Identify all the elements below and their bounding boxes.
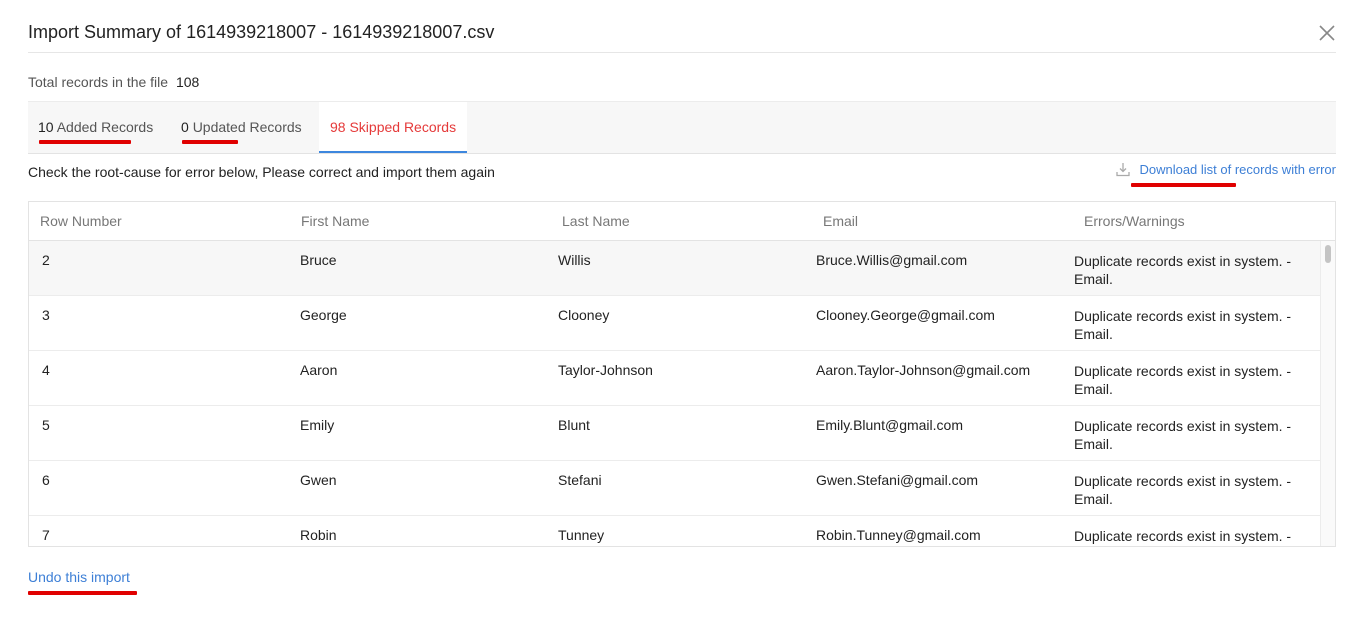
cell-first-name: Aaron bbox=[300, 362, 338, 378]
cell-first-name: Emily bbox=[300, 417, 335, 433]
cell-last-name: Willis bbox=[558, 252, 591, 268]
table-row: 6 Gwen Stefani Gwen.Stefani@gmail.com Du… bbox=[29, 461, 1321, 516]
cell-error: Duplicate records exist in system. - Ema… bbox=[1074, 473, 1292, 507]
table-scrollbar[interactable] bbox=[1320, 241, 1335, 546]
download-errors-link[interactable]: Download list of records with error bbox=[1116, 162, 1336, 177]
dialog-title: Import Summary of 1614939218007 - 161493… bbox=[28, 22, 494, 43]
tabs-bar: 10 Added Records 0 Updated Records 98 Sk… bbox=[28, 101, 1336, 154]
table-row: 5 Emily Blunt Emily.Blunt@gmail.com Dupl… bbox=[29, 406, 1321, 461]
error-hint: Check the root-cause for error below, Pl… bbox=[28, 164, 495, 180]
import-summary-dialog: Import Summary of 1614939218007 - 161493… bbox=[0, 0, 1359, 629]
cell-first-name: Gwen bbox=[300, 472, 337, 488]
table-row: 7 Robin Tunney Robin.Tunney@gmail.com Du… bbox=[29, 516, 1321, 546]
dialog-header: Import Summary of 1614939218007 - 161493… bbox=[28, 14, 1336, 53]
tab-updated-records[interactable]: 0 Updated Records bbox=[171, 102, 312, 153]
annotation-underline-updated bbox=[182, 140, 238, 144]
tab-label: Added Records bbox=[56, 119, 154, 135]
cell-last-name: Tunney bbox=[558, 527, 605, 543]
tab-skipped-records[interactable]: 98 Skipped Records bbox=[319, 102, 468, 153]
cell-row-number: 2 bbox=[42, 252, 50, 268]
header-email: Email bbox=[823, 213, 859, 229]
cell-error: Duplicate records exist in system. - Ema… bbox=[1074, 363, 1292, 397]
table-row: 2 Bruce Willis Bruce.Willis@gmail.com Du… bbox=[29, 241, 1321, 296]
total-records: Total records in the file 108 bbox=[28, 74, 199, 90]
cell-email: Robin.Tunney@gmail.com bbox=[816, 527, 981, 543]
close-button[interactable] bbox=[1318, 24, 1336, 42]
cell-email: Aaron.Taylor-Johnson@gmail.com bbox=[816, 362, 1031, 378]
download-icon bbox=[1116, 163, 1131, 177]
close-icon bbox=[1319, 25, 1335, 41]
tab-label: Skipped Records bbox=[349, 119, 457, 135]
cell-last-name: Blunt bbox=[558, 417, 590, 433]
cell-email: Bruce.Willis@gmail.com bbox=[816, 252, 968, 268]
cell-error: Duplicate records exist in system. - Ema… bbox=[1074, 418, 1292, 452]
table-header: Row Number First Name Last Name Email Er… bbox=[29, 202, 1335, 241]
annotation-underline-download bbox=[1131, 183, 1236, 187]
header-row-number: Row Number bbox=[40, 213, 122, 229]
cell-email: Clooney.George@gmail.com bbox=[816, 307, 995, 323]
cell-first-name: Bruce bbox=[300, 252, 337, 268]
cell-row-number: 3 bbox=[42, 307, 50, 323]
cell-error: Duplicate records exist in system. - bbox=[1074, 528, 1292, 544]
cell-error: Duplicate records exist in system. - Ema… bbox=[1074, 308, 1292, 342]
skipped-records-table: Row Number First Name Last Name Email Er… bbox=[28, 201, 1336, 547]
table-row: 4 Aaron Taylor-Johnson Aaron.Taylor-John… bbox=[29, 351, 1321, 406]
download-label: Download list of records with error bbox=[1139, 162, 1336, 177]
table-row: 3 George Clooney Clooney.George@gmail.co… bbox=[29, 296, 1321, 351]
cell-last-name: Stefani bbox=[558, 472, 602, 488]
title-prefix: Import Summary of bbox=[28, 22, 182, 42]
tab-added-records[interactable]: 10 Added Records bbox=[28, 102, 163, 153]
cell-last-name: Clooney bbox=[558, 307, 610, 323]
annotation-underline-added bbox=[39, 140, 131, 144]
cell-email: Emily.Blunt@gmail.com bbox=[816, 417, 963, 433]
header-first-name: First Name bbox=[301, 213, 370, 229]
cell-row-number: 4 bbox=[42, 362, 50, 378]
cell-error: Duplicate records exist in system. - Ema… bbox=[1074, 253, 1292, 287]
cell-row-number: 5 bbox=[42, 417, 50, 433]
annotation-underline-undo bbox=[28, 591, 137, 595]
cell-row-number: 6 bbox=[42, 472, 50, 488]
header-last-name: Last Name bbox=[562, 213, 630, 229]
header-errors-warnings: Errors/Warnings bbox=[1084, 213, 1185, 229]
file-name: 1614939218007 - 1614939218007.csv bbox=[186, 22, 495, 42]
scrollbar-thumb[interactable] bbox=[1325, 245, 1331, 263]
cell-email: Gwen.Stefani@gmail.com bbox=[816, 472, 979, 488]
total-records-label: Total records in the file bbox=[28, 74, 169, 90]
cell-first-name: George bbox=[300, 307, 347, 323]
table-body[interactable]: 2 Bruce Willis Bruce.Willis@gmail.com Du… bbox=[29, 241, 1321, 546]
tab-count: 98 bbox=[330, 119, 346, 135]
undo-import-link[interactable]: Undo this import bbox=[28, 569, 130, 585]
cell-row-number: 7 bbox=[42, 527, 50, 543]
cell-last-name: Taylor-Johnson bbox=[558, 362, 653, 378]
tab-count: 10 bbox=[38, 119, 54, 135]
total-records-value: 108 bbox=[175, 74, 200, 90]
tab-count: 0 bbox=[181, 119, 189, 135]
tab-label: Updated Records bbox=[192, 119, 302, 135]
cell-first-name: Robin bbox=[300, 527, 337, 543]
